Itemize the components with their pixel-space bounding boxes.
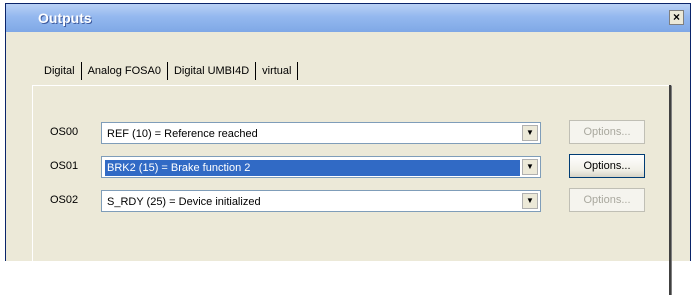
tab-separator xyxy=(297,62,299,80)
output-function-select[interactable]: REF (10) = Reference reached ▼ xyxy=(101,122,541,144)
output-label: OS02 xyxy=(50,194,79,206)
close-button[interactable]: × xyxy=(669,10,684,25)
chevron-down-icon[interactable]: ▼ xyxy=(522,159,538,175)
output-row-os02: OS02 S_RDY (25) = Device initialized ▼ O… xyxy=(6,188,692,212)
select-value: REF (10) = Reference reached xyxy=(107,128,258,140)
tab-digital[interactable]: Digital xyxy=(44,65,81,77)
close-icon: × xyxy=(672,10,680,24)
select-value: S_RDY (25) = Device initialized xyxy=(107,196,261,208)
select-value: BRK2 (15) = Brake function 2 xyxy=(105,160,520,176)
output-label: OS01 xyxy=(50,160,79,172)
window-title: Outputs xyxy=(38,10,92,26)
chevron-down-icon[interactable]: ▼ xyxy=(522,125,538,141)
tab-virtual[interactable]: virtual xyxy=(256,65,297,77)
output-row-os00: OS00 REF (10) = Reference reached ▼ Opti… xyxy=(6,120,692,144)
tab-analog-fosa0[interactable]: Analog FOSA0 xyxy=(82,65,167,77)
output-label: OS00 xyxy=(50,126,79,138)
options-button[interactable]: Options... xyxy=(569,188,645,212)
tab-digital-umbi4d[interactable]: Digital UMBI4D xyxy=(168,65,255,77)
tab-strip: Digital Analog FOSA0 Digital UMBI4D virt… xyxy=(44,62,299,80)
output-function-select[interactable]: S_RDY (25) = Device initialized ▼ xyxy=(101,190,541,212)
chevron-down-icon[interactable]: ▼ xyxy=(522,193,538,209)
output-row-os01: OS01 BRK2 (15) = Brake function 2 ▼ Opti… xyxy=(6,154,692,178)
dialog-client-area: Digital Analog FOSA0 Digital UMBI4D virt… xyxy=(6,32,692,295)
title-bar[interactable]: Outputs × xyxy=(6,4,690,32)
output-function-select[interactable]: BRK2 (15) = Brake function 2 ▼ xyxy=(101,156,541,178)
options-button[interactable]: Options... xyxy=(569,154,645,178)
options-button[interactable]: Options... xyxy=(569,120,645,144)
outputs-dialog: Outputs × Digital Analog FOSA0 Digital U… xyxy=(5,3,692,295)
